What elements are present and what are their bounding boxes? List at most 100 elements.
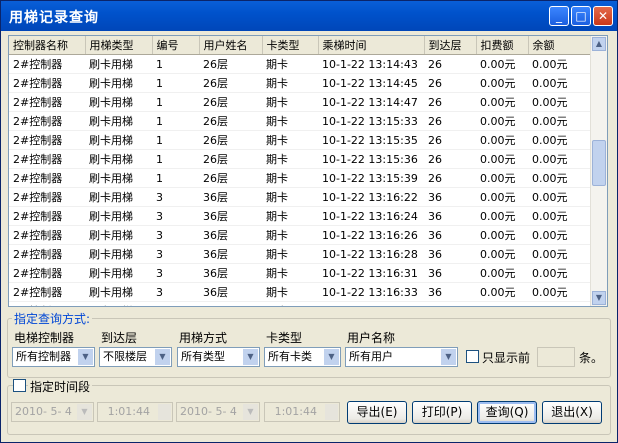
- column-header[interactable]: 用梯类型: [85, 36, 153, 55]
- floor-select[interactable]: 不限楼层 ▼: [99, 347, 172, 367]
- table-cell: 期卡: [262, 301, 318, 306]
- arrow-down-icon[interactable]: ▼: [592, 291, 606, 305]
- card-type-select[interactable]: 所有卡类 ▼: [264, 347, 341, 367]
- table-cell: 刷卡用梯: [85, 206, 152, 226]
- table-cell: 36: [424, 244, 476, 264]
- start-time-spinner[interactable]: 1:01:44: [97, 402, 173, 422]
- chevron-down-icon[interactable]: ▼: [78, 349, 93, 365]
- arrow-up-icon[interactable]: ▲: [592, 37, 606, 51]
- table-row[interactable]: 2#控制器 刷卡用梯 1 26层 期卡 10-1-22 13:14:43 26 0.00元 0.…: [9, 54, 593, 74]
- column-header[interactable]: 卡类型: [262, 36, 319, 55]
- table-cell: 2#控制器: [9, 301, 85, 306]
- table-cell: 36层: [199, 187, 262, 207]
- chevron-down-icon[interactable]: ▼: [155, 349, 170, 365]
- table-cell: 0.00元: [528, 301, 593, 306]
- table-row[interactable]: 2#控制器 刷卡用梯 1 26层 期卡 10-1-22 13:15:39 26 0.00元 0.…: [9, 168, 593, 188]
- table-cell: 36层: [199, 244, 262, 264]
- table-row[interactable]: 2#控制器 刷卡用梯 3 36层 期卡 10-1-22 13:16:24 36 0.00元 0.…: [9, 206, 593, 226]
- table-cell: 36: [424, 206, 476, 226]
- record-count-input[interactable]: [537, 347, 575, 367]
- table-row[interactable]: 2#控制器 刷卡用梯 3 36层 期卡 10-1-22 13:16:28 36 0.00元 0.…: [9, 244, 593, 264]
- table-cell: 0.00元: [476, 282, 528, 302]
- records-table[interactable]: 控制器名称 用梯类型 编号 用户姓名 卡类型 乘梯时间 到达层 扣费额 余额 2#控制器 刷卡用梯…: [8, 35, 608, 307]
- table-cell: 期卡: [262, 282, 318, 302]
- query-window: 用梯记录查询 _ □ ✕ 控制器名称 用梯类型 编号 用户姓名 卡类型 乘梯时间 到达层 扣费…: [0, 0, 618, 443]
- table-row[interactable]: 2#控制器 刷卡用梯 1 26层 期卡 10-1-22 13:14:45 26 0.00元 0.…: [9, 73, 593, 93]
- start-date-picker[interactable]: 2010- 5- 4 ▼: [11, 402, 94, 422]
- table-row[interactable]: 2#控制器 刷卡用梯 3 36层 期卡 10-1-22 13:16:22 36 0.00元 0.…: [9, 187, 593, 207]
- mode-select[interactable]: 所有类型 ▼: [177, 347, 260, 367]
- table-cell: 刷卡用梯: [85, 130, 152, 150]
- column-header[interactable]: 到达层: [424, 36, 477, 55]
- table-row[interactable]: 2#控制器刷卡用梯336层期卡10-1-22 13:16:35360.00元0.…: [9, 301, 593, 306]
- table-cell: 1: [152, 92, 199, 112]
- column-header[interactable]: 编号: [152, 36, 200, 55]
- column-header[interactable]: 余额: [528, 36, 594, 55]
- table-cell: 0.00元: [528, 149, 593, 169]
- table-row[interactable]: 2#控制器 刷卡用梯 1 26层 期卡 10-1-22 13:15:33 26 0.00元 0.…: [9, 111, 593, 131]
- table-cell: 0.00元: [528, 54, 593, 74]
- close-button[interactable]: ✕: [593, 6, 613, 26]
- chevron-down-icon[interactable]: ▼: [324, 349, 339, 365]
- table-cell: 0.00元: [476, 111, 528, 131]
- time-range-title: 指定时间段: [28, 378, 93, 395]
- table-cell: 2#控制器: [9, 282, 85, 302]
- table-cell: 期卡: [262, 225, 318, 245]
- spinner-icon[interactable]: [325, 404, 338, 420]
- exit-button[interactable]: 退出(X): [542, 401, 602, 424]
- user-name-select[interactable]: 所有用户 ▼: [345, 347, 458, 367]
- table-cell: 36: [424, 282, 476, 302]
- controller-select-value: 所有控制器: [16, 350, 71, 363]
- column-header[interactable]: 扣费额: [476, 36, 529, 55]
- table-cell: 0.00元: [528, 92, 593, 112]
- chevron-down-icon[interactable]: ▼: [441, 349, 456, 365]
- chevron-down-icon[interactable]: ▼: [243, 349, 258, 365]
- table-row[interactable]: 2#控制器 刷卡用梯 3 36层 期卡 10-1-22 13:16:26 36 0.00元 0.…: [9, 225, 593, 245]
- mode-select-value: 所有类型: [181, 350, 225, 363]
- end-time-spinner[interactable]: 1:01:44: [264, 402, 340, 422]
- table-cell: 1: [152, 54, 199, 74]
- table-cell: 36层: [199, 206, 262, 226]
- column-header[interactable]: 用户姓名: [199, 36, 263, 55]
- table-cell: 36层: [199, 225, 262, 245]
- chevron-down-icon[interactable]: ▼: [77, 404, 92, 420]
- vertical-scrollbar[interactable]: ▲ ▼: [590, 36, 607, 306]
- print-button[interactable]: 打印(P): [412, 401, 472, 424]
- table-cell: 2#控制器: [9, 187, 85, 207]
- end-date-picker[interactable]: 2010- 5- 4 ▼: [176, 402, 260, 422]
- table-cell: 36层: [199, 263, 262, 283]
- controller-select[interactable]: 所有控制器 ▼: [12, 347, 95, 367]
- table-row[interactable]: 2#控制器 刷卡用梯 1 26层 期卡 10-1-22 13:15:36 26 0.00元 0.…: [9, 149, 593, 169]
- time-range-checkbox[interactable]: [13, 379, 26, 392]
- table-cell: 2#控制器: [9, 92, 85, 112]
- table-cell: 2#控制器: [9, 263, 85, 283]
- column-header[interactable]: 控制器名称: [9, 36, 86, 55]
- chevron-down-icon[interactable]: ▼: [243, 404, 258, 420]
- table-row[interactable]: 2#控制器 刷卡用梯 3 36层 期卡 10-1-22 13:16:31 36 0.00元 0.…: [9, 263, 593, 283]
- query-button[interactable]: 查询(Q): [477, 401, 537, 424]
- table-cell: 1: [152, 168, 199, 188]
- table-cell: 0.00元: [528, 168, 593, 188]
- table-cell: 0.00元: [528, 130, 593, 150]
- table-cell: 3: [152, 263, 199, 283]
- column-header[interactable]: 乘梯时间: [318, 36, 425, 55]
- table-cell: 2#控制器: [9, 54, 85, 74]
- scroll-thumb[interactable]: [592, 140, 606, 186]
- table-row[interactable]: 2#控制器 刷卡用梯 3 36层 期卡 10-1-22 13:16:33 36 0.00元 0.…: [9, 282, 593, 302]
- export-button[interactable]: 导出(E): [347, 401, 407, 424]
- title-bar: 用梯记录查询 _ □ ✕: [1, 1, 617, 31]
- only-show-label: 只显示前: [482, 351, 531, 365]
- table-row[interactable]: 2#控制器 刷卡用梯 1 26层 期卡 10-1-22 13:14:47 26 0.00元 0.…: [9, 92, 593, 112]
- table-cell: 26: [424, 168, 476, 188]
- table-cell: 36层: [199, 282, 262, 302]
- table-row[interactable]: 2#控制器 刷卡用梯 1 26层 期卡 10-1-22 13:15:35 26 0.00元 0.…: [9, 130, 593, 150]
- table-cell: 10-1-22 13:15:39: [318, 168, 424, 188]
- maximize-button[interactable]: □: [571, 6, 591, 26]
- table-cell: 36: [424, 225, 476, 245]
- spinner-icon[interactable]: [158, 404, 171, 420]
- minimize-button[interactable]: _: [549, 6, 569, 26]
- only-show-checkbox[interactable]: [466, 350, 479, 363]
- table-cell: 0.00元: [476, 187, 528, 207]
- start-date-value: 2010- 5- 4: [15, 405, 72, 418]
- table-cell: 10-1-22 13:14:43: [318, 54, 424, 74]
